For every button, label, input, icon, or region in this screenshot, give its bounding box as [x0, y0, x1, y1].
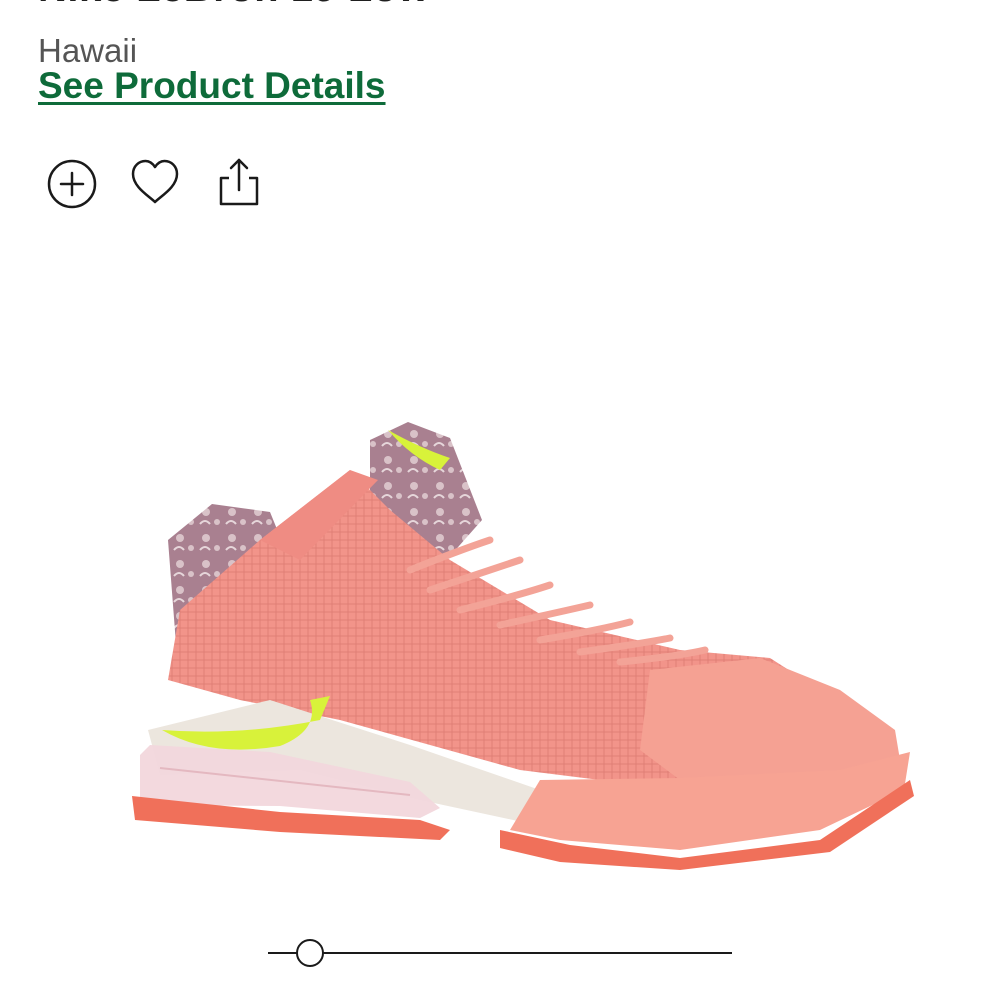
see-product-details-link[interactable]: See Product Details: [38, 66, 386, 106]
share-button[interactable]: [208, 152, 268, 212]
image-rotation-slider[interactable]: [268, 938, 732, 968]
slider-thumb[interactable]: [295, 939, 324, 967]
plus-circle-icon: [47, 159, 97, 209]
heart-icon: [131, 159, 179, 204]
slider-track: [268, 952, 732, 954]
product-title: Nike LeBron 19 Low: [38, 0, 429, 11]
add-to-portfolio-button[interactable]: [42, 152, 102, 212]
share-icon: [219, 158, 259, 206]
favorite-button[interactable]: [125, 152, 185, 212]
sneaker-image: [120, 400, 920, 880]
